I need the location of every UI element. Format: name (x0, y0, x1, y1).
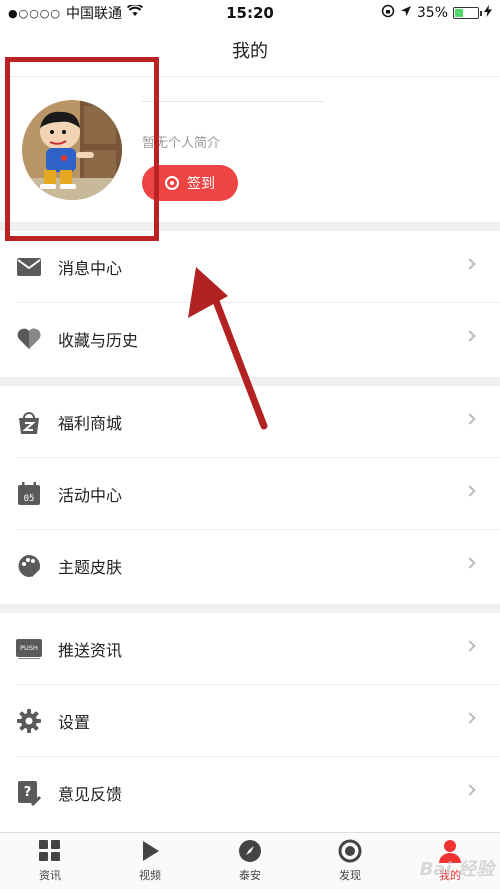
palette-icon (16, 553, 42, 579)
tab-news[interactable]: 资讯 (0, 833, 100, 889)
chevron-right-icon (464, 640, 476, 652)
gear-icon (16, 708, 42, 734)
tab-discover[interactable]: 发现 (300, 833, 400, 889)
calendar-icon-text: 05 (24, 494, 35, 504)
menu-item-welfare-mall[interactable]: 福利商城 (0, 386, 500, 458)
carrier-name: 中国联通 (66, 6, 122, 22)
section-gap (0, 604, 500, 613)
svg-text:?: ? (24, 785, 32, 800)
annotation-box (5, 57, 159, 241)
battery-icon (453, 7, 482, 19)
menu-item-push-news[interactable]: PUSH 推送资讯 (0, 613, 500, 685)
chevron-right-icon (464, 330, 476, 342)
menu-item-label: 设置 (58, 713, 91, 732)
play-icon (138, 839, 162, 863)
menu-item-feedback[interactable]: ? 意见反馈 (0, 757, 500, 829)
location-icon (400, 5, 412, 21)
checkin-icon (165, 176, 179, 190)
chevron-right-icon (464, 712, 476, 724)
tab-label: 视频 (139, 869, 161, 882)
tab-label: 发现 (339, 869, 361, 882)
menu-item-theme-skin[interactable]: 主题皮肤 (0, 530, 500, 602)
section-gap (0, 377, 500, 386)
chevron-right-icon (464, 784, 476, 796)
menu-item-label: 主题皮肤 (58, 558, 123, 577)
grid-icon (38, 839, 62, 863)
watermark: Bai 经验 (419, 859, 494, 880)
menu-item-favorites-history[interactable]: 收藏与历史 (0, 303, 500, 375)
chevron-right-icon (464, 485, 476, 497)
battery-percent: 35% (416, 5, 448, 21)
rotation-lock-icon (381, 4, 395, 22)
charging-icon (484, 5, 492, 21)
profile-divider (142, 101, 324, 102)
heart-icon (16, 326, 42, 352)
menu-item-activity-center[interactable]: 05 活动中心 (0, 458, 500, 530)
chevron-right-icon (464, 557, 476, 569)
menu-item-label: 收藏与历史 (58, 331, 139, 350)
shopping-bag-icon (16, 409, 42, 435)
menu-item-label: 推送资讯 (58, 641, 123, 660)
menu-item-label: 活动中心 (58, 486, 123, 505)
tab-label: 资讯 (39, 869, 61, 882)
calendar-icon: 05 (16, 481, 42, 507)
menu-item-label: 福利商城 (58, 414, 123, 433)
push-icon: PUSH (16, 636, 42, 662)
compass-icon (238, 839, 262, 863)
chevron-right-icon (464, 413, 476, 425)
feedback-icon: ? (16, 780, 42, 806)
menu-item-label: 消息中心 (58, 259, 123, 278)
tab-video[interactable]: 视频 (100, 833, 200, 889)
mail-icon (16, 254, 42, 280)
menu-item-message-center[interactable]: 消息中心 (0, 231, 500, 303)
signal-icon: ●○○○○ (8, 6, 61, 20)
discover-icon (338, 839, 362, 863)
menu-item-label: 意见反馈 (58, 785, 123, 804)
push-icon-text: PUSH (20, 644, 38, 652)
tab-label: 泰安 (239, 869, 261, 882)
chevron-right-icon (464, 258, 476, 270)
wifi-icon (126, 3, 144, 21)
status-bar: ●○○○○ 中国联通 15:20 35% (0, 0, 500, 26)
tab-taian[interactable]: 泰安 (200, 833, 300, 889)
menu-item-settings[interactable]: 设置 (0, 685, 500, 757)
checkin-label: 签到 (187, 175, 215, 191)
